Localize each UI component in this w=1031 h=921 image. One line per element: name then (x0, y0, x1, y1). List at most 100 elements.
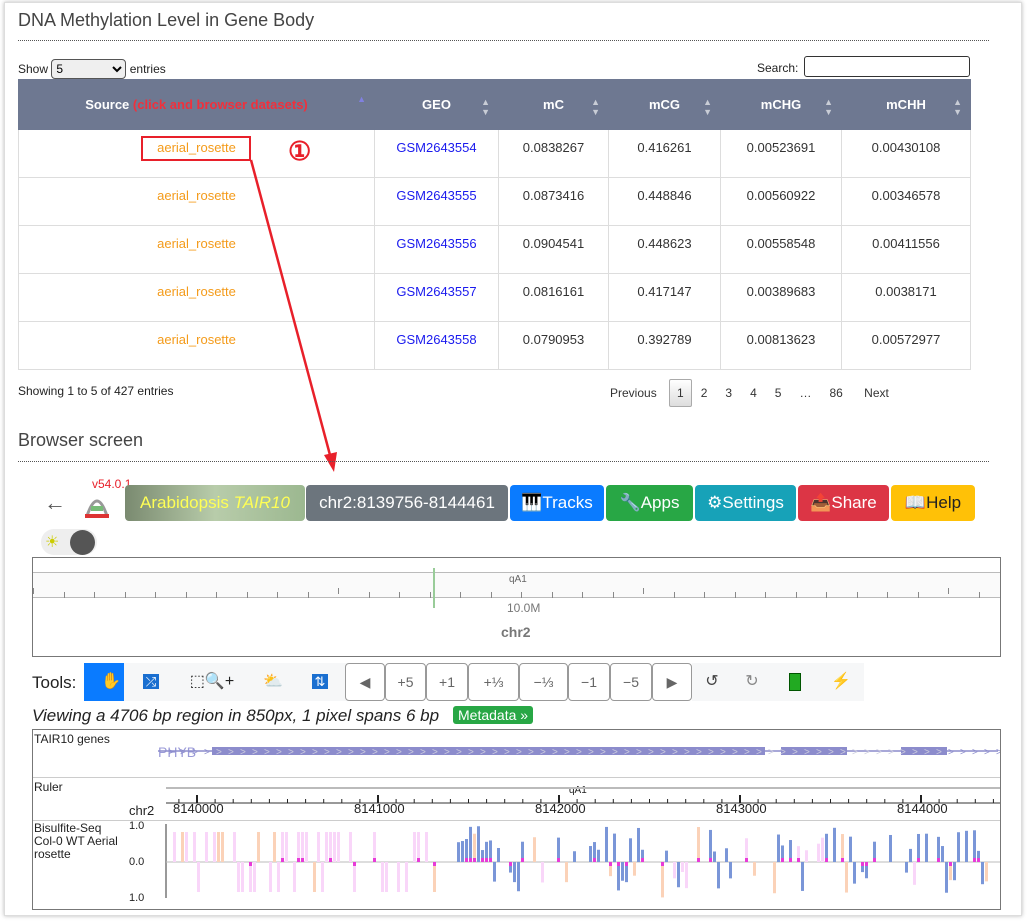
col-mchh[interactable]: mCHH ▲ ▼ (841, 79, 971, 130)
help-button[interactable]: 📖Help (891, 485, 975, 521)
strand-arrow: > (192, 747, 198, 758)
chh-bar (465, 858, 468, 862)
chh-bar (593, 858, 596, 862)
gene-model[interactable]: > > > > > > > > > > > > > > > > > > > > > > > > > > > > > > > > > > > > > > > >… (33, 730, 1001, 778)
methylation-bar (637, 827, 640, 862)
methylation-bar (497, 847, 500, 862)
chh-bar (373, 858, 376, 862)
methylation-bar (373, 832, 376, 862)
geo-link[interactable]: GSM2643557 (396, 284, 476, 299)
methylation-bar (469, 826, 472, 862)
source-link[interactable]: aerial_rosette (157, 332, 236, 347)
search-input[interactable] (804, 56, 970, 77)
zoom-select-icon[interactable]: ⬚🔍+ (178, 663, 246, 701)
metadata-button[interactable]: Metadata » (453, 706, 534, 724)
methylation-bar (253, 862, 256, 892)
strand-arrow: > (756, 747, 762, 758)
page-button[interactable]: 4 (741, 380, 766, 406)
geo-link[interactable]: GSM2643558 (396, 332, 476, 347)
mchg-value: 0.00560922 (746, 188, 816, 203)
chh-bar (977, 858, 980, 862)
methylation-bar (293, 862, 296, 892)
page-size-select[interactable]: 5 (51, 59, 127, 79)
chh-bar (469, 858, 472, 862)
cloud-icon[interactable]: ⛅ (246, 663, 300, 701)
zoom-button[interactable]: −⅓ (519, 663, 568, 701)
back-arrow-icon[interactable]: ← (44, 490, 66, 516)
highlight-box (141, 136, 251, 161)
strand-arrow: > (528, 747, 534, 758)
strand-arrow: > (720, 747, 726, 758)
track-panel[interactable]: TAIR10 genes PHYB > > > > > > > > > > > > > > > > > > > > > >… (32, 729, 1001, 910)
chh-bar (301, 858, 304, 862)
strand-arrow: > (348, 747, 354, 758)
chh-bar (625, 862, 628, 866)
theme-toggle[interactable]: ☀ (41, 529, 97, 555)
col-geo[interactable]: GEO ▲ ▼ (374, 79, 499, 130)
browser-section-title: Browser screen (18, 430, 144, 450)
undo-icon[interactable]: ↺ (692, 663, 732, 701)
ruler-tick-label: 8143000 (716, 801, 767, 816)
apps-button[interactable]: 🔧Apps (606, 485, 693, 521)
lightning-icon[interactable]: ⚡ (818, 663, 864, 701)
col-mchg[interactable]: mCHG ▲ ▼ (720, 79, 842, 130)
methylation-bar (249, 862, 252, 892)
zoom-button[interactable]: −1 (568, 663, 610, 701)
redo-icon[interactable]: ↻ (732, 663, 772, 701)
chrom-label: chr2 (501, 624, 531, 640)
col-mcg[interactable]: mCG ▲ ▼ (608, 79, 721, 130)
sort-icon: ▲ ▼ (953, 97, 962, 117)
page-button[interactable]: 3 (716, 380, 741, 406)
methylation-bar (681, 862, 684, 873)
mc-value: 0.0816161 (522, 284, 585, 299)
mcg-value: 0.416261 (637, 140, 692, 155)
chh-bar (249, 862, 252, 866)
chromosome-overview[interactable]: qA1 10.0M chr2 (32, 557, 1001, 657)
bookmark-icon[interactable] (772, 663, 818, 701)
source-link[interactable]: aerial_rosette (157, 236, 236, 251)
scroll-right-button[interactable]: ▶ (652, 663, 692, 701)
source-note: (click and browser datasets) (132, 97, 308, 112)
genome-button[interactable]: Arabidopsis TAIR10 (125, 485, 305, 521)
shuffle-icon[interactable]: ⤮ (124, 663, 178, 701)
zoom-button[interactable]: +⅓ (468, 663, 519, 701)
methylation-bar (281, 832, 284, 862)
page-button[interactable]: 5 (766, 380, 791, 406)
geo-link[interactable]: GSM2643555 (396, 188, 476, 203)
chh-bar (509, 862, 512, 866)
page-button[interactable]: 2 (692, 380, 717, 406)
chh-bar (485, 858, 488, 862)
sync-icon[interactable]: ⇅ (293, 663, 347, 701)
scroll-left-button[interactable]: ◀ (345, 663, 385, 701)
zoom-button[interactable]: +1 (426, 663, 468, 701)
page-button[interactable]: 86 (820, 380, 851, 406)
strand-arrow: > (288, 747, 294, 758)
zoom-button[interactable]: +5 (385, 663, 426, 701)
methylation-bar (913, 862, 916, 885)
strand-arrow: > (372, 747, 378, 758)
previous-button[interactable]: Previous (601, 380, 666, 406)
strand-arrow: > (396, 747, 402, 758)
source-link[interactable]: aerial_rosette (157, 284, 236, 299)
settings-button[interactable]: ⚙Settings (695, 485, 796, 521)
col-source[interactable]: Source (click and browser datasets) ▲ (18, 79, 375, 130)
geo-link[interactable]: GSM2643556 (396, 236, 476, 251)
col-mc[interactable]: mC ▲ ▼ (498, 79, 609, 130)
strand-arrow: > (660, 747, 666, 758)
methylation-bar (777, 834, 780, 862)
next-button[interactable]: Next (855, 380, 898, 406)
share-button[interactable]: 📤Share (798, 485, 889, 521)
source-link[interactable]: aerial_rosette (157, 188, 236, 203)
methylation-bar (425, 832, 428, 862)
zoom-button[interactable]: −5 (610, 663, 652, 701)
mchh-value: 0.00346578 (871, 188, 941, 203)
tracks-button[interactable]: 🎹Tracks (510, 485, 604, 521)
page-button[interactable]: 1 (669, 379, 692, 407)
methylation-bar (589, 846, 592, 862)
methylation-bar (801, 862, 804, 891)
geo-link[interactable]: GSM2643554 (396, 140, 476, 155)
locus-field[interactable]: chr2:8139756-8144461 (306, 485, 508, 521)
strand-arrow: > (792, 747, 798, 758)
methylation-bar (325, 832, 328, 862)
strand-arrow: > (732, 747, 738, 758)
